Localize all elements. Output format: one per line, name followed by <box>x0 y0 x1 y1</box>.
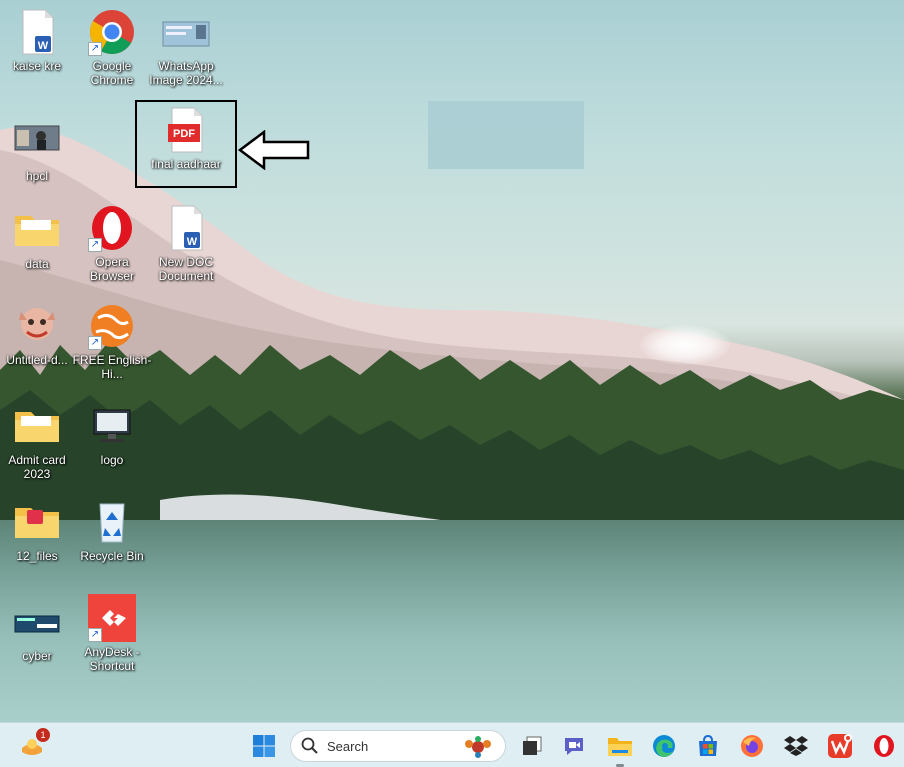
taskbar: 1 Search <box>0 722 904 767</box>
opera-icon: ↗ <box>88 204 136 252</box>
firefox-button[interactable] <box>736 730 768 762</box>
task-view-icon <box>523 736 542 755</box>
icon-label: cyber <box>22 649 52 663</box>
icon-label: Recycle Bin <box>80 549 144 563</box>
edge-button[interactable] <box>648 730 680 762</box>
icon-label: Admit card 2023 <box>8 453 66 481</box>
folder-icon <box>13 206 61 254</box>
folder-icon <box>13 402 61 450</box>
icon-label: data <box>25 257 49 271</box>
icon-label: kaise kre <box>12 59 62 73</box>
store-icon <box>699 734 717 756</box>
computer-icon <box>88 402 136 450</box>
desktop-icon-logo[interactable]: logo <box>72 402 152 467</box>
shortcut-arrow-icon: ↗ <box>88 336 102 350</box>
image-thumbnail-icon <box>162 8 210 56</box>
meet-icon <box>565 738 583 755</box>
dropbox-icon <box>784 736 808 756</box>
blank-rectangle <box>428 101 584 169</box>
desktop[interactable]: W kaise kre ↗ Google Chrome WhatsApp Ima… <box>0 0 904 722</box>
shortcut-arrow-icon: ↗ <box>88 238 102 252</box>
word-document-icon: W <box>162 204 210 252</box>
desktop-icon-recycle-bin[interactable]: Recycle Bin <box>72 498 152 563</box>
desktop-icon-kaise-kre[interactable]: W kaise kre <box>0 8 77 73</box>
icon-label: Google Chrome <box>90 59 134 87</box>
notification-badge: 1 <box>36 728 50 742</box>
chrome-icon: ↗ <box>88 8 136 56</box>
taskbar-search-box[interactable]: Search <box>290 730 506 762</box>
search-highlight-icon <box>465 736 491 758</box>
icon-label: hpcl <box>25 169 48 183</box>
icon-label: WhatsApp Image 2024... <box>149 59 223 87</box>
file-explorer-button[interactable] <box>604 730 636 767</box>
word-document-icon: W <box>13 8 61 56</box>
task-view-button[interactable] <box>516 730 548 762</box>
icon-label: Opera Browser <box>89 255 134 283</box>
globe-app-icon: ↗ <box>88 302 136 350</box>
image-thumbnail-icon <box>13 598 61 646</box>
desktop-icon-free-english-hindi[interactable]: ↗ FREE English-Hi... <box>72 302 152 381</box>
desktop-icon-untitled[interactable]: Untitled-d... <box>0 302 77 367</box>
desktop-icon-opera-browser[interactable]: ↗ Opera Browser <box>72 204 152 283</box>
desktop-icon-google-chrome[interactable]: ↗ Google Chrome <box>72 8 152 87</box>
desktop-icon-new-doc-document[interactable]: W New DOC Document <box>146 204 226 283</box>
desktop-icon-12-files[interactable]: 12_files <box>0 498 77 563</box>
meet-button[interactable] <box>558 730 590 762</box>
svg-text:W: W <box>187 236 198 248</box>
opera-icon <box>874 735 894 757</box>
shortcut-arrow-icon: ↗ <box>88 628 102 642</box>
icon-label: AnyDesk - Shortcut <box>84 645 140 673</box>
start-button[interactable] <box>248 730 280 762</box>
left-arrow-pointer-icon <box>238 130 310 170</box>
wps-button[interactable] <box>824 730 856 762</box>
icon-label: logo <box>100 453 124 467</box>
search-icon <box>301 737 318 754</box>
desktop-icon-anydesk-shortcut[interactable]: ↗ AnyDesk - Shortcut <box>72 594 152 673</box>
search-placeholder: Search <box>327 738 369 754</box>
icon-label: Untitled-d... <box>6 353 68 367</box>
desktop-icon-data[interactable]: data <box>0 206 77 271</box>
icon-label: FREE English-Hi... <box>72 353 152 381</box>
store-button[interactable] <box>692 730 724 762</box>
desktop-icon-whatsapp-image[interactable]: WhatsApp Image 2024... <box>146 8 226 87</box>
folder-icon <box>13 498 61 546</box>
opera-taskbar-button[interactable] <box>868 730 900 762</box>
shortcut-arrow-icon: ↗ <box>88 42 102 56</box>
dropbox-button[interactable] <box>780 730 812 762</box>
image-thumbnail-icon <box>13 302 61 350</box>
image-thumbnail-icon <box>13 118 61 166</box>
svg-text:W: W <box>38 40 49 52</box>
desktop-icon-admit-card-2023[interactable]: Admit card 2023 <box>0 402 77 481</box>
desktop-icon-hpcl[interactable]: hpcl <box>0 118 77 183</box>
start-icon <box>253 735 275 757</box>
recycle-bin-icon <box>88 498 136 546</box>
icon-label: New DOC Document <box>158 255 214 283</box>
file-explorer-icon <box>608 738 632 756</box>
edge-icon <box>653 735 675 757</box>
firefox-icon <box>741 735 763 757</box>
icon-label: 12_files <box>16 549 58 563</box>
wallpaper-sun-glare <box>640 325 730 365</box>
widgets-button[interactable]: 1 <box>16 728 50 762</box>
desktop-icon-cyber[interactable]: cyber <box>0 598 77 663</box>
anydesk-icon: ↗ <box>88 594 136 642</box>
selection-highlight-box <box>135 100 237 188</box>
wps-icon <box>828 734 852 758</box>
